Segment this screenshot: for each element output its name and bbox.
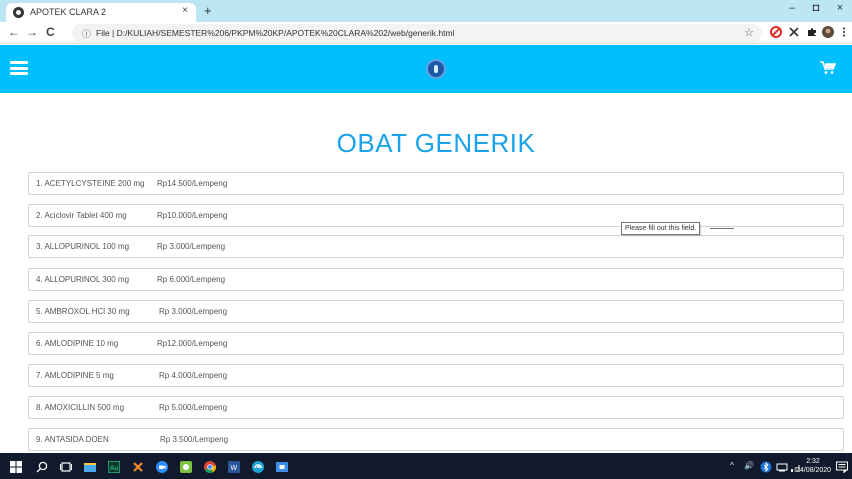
product-name: 4. ALLOPURINOL 300 mg: [36, 275, 130, 284]
new-tab-button[interactable]: +: [204, 3, 212, 18]
x-extension-icon[interactable]: [788, 26, 800, 38]
product-name: 6. AMLODIPINE 10 mg: [36, 339, 119, 348]
profile-avatar-icon[interactable]: [822, 26, 834, 38]
product-field-4[interactable]: 4. ALLOPURINOL 300 mg Rp 6.000/Lempeng: [28, 268, 844, 291]
product-name: 8. AMOXICILLIN 500 mg: [36, 403, 125, 412]
minimize-button[interactable]: –: [782, 2, 802, 14]
close-window-button[interactable]: ×: [830, 2, 850, 14]
windows-start-icon[interactable]: [10, 460, 22, 473]
stop-extension-icon[interactable]: [770, 26, 782, 38]
svg-text:Au: Au: [110, 465, 118, 472]
tab-close-icon[interactable]: ×: [182, 5, 188, 16]
product-name: 5. AMBROXOL HCl 30 mg: [36, 307, 130, 316]
cart-icon[interactable]: [820, 61, 837, 75]
task-view-icon[interactable]: [60, 460, 72, 472]
address-text: File | D:/KULIAH/SEMESTER%206/PKPM%20KP/…: [96, 28, 455, 38]
notepad-plus-icon[interactable]: [180, 460, 192, 473]
product-name: 9. ANTASIDA DOEN: [36, 435, 109, 444]
product-field-7[interactable]: 7. AMLODIPINE 5 mg Rp 4.000/Lempeng: [28, 364, 844, 387]
product-price: Rp10.000/Lempeng: [157, 211, 228, 220]
tooltip-tail: [710, 228, 734, 229]
taskbar-clock[interactable]: 2:32 24/08/2020: [796, 457, 832, 475]
reload-button[interactable]: C: [46, 25, 55, 39]
file-explorer-icon[interactable]: [84, 460, 96, 472]
favicon-icon: [13, 7, 24, 18]
page-title: OBAT GENERIK: [336, 128, 536, 158]
browser-tab[interactable]: APOTEK CLARA 2 ×: [6, 3, 196, 22]
edge-icon[interactable]: [252, 460, 264, 473]
product-field-9[interactable]: 9. ANTASIDA DOEN Rp 3.500/Lempeng: [28, 428, 844, 451]
product-price: Rp 3.000/Lempeng: [159, 307, 228, 316]
zoom-icon[interactable]: [156, 460, 168, 473]
windows-taskbar: Au W ^ 🔊 2:32 24/08/2020: [0, 453, 852, 479]
product-price: Rp 6.000/Lempeng: [157, 275, 226, 284]
site-info-icon[interactable]: ⓘ: [82, 27, 91, 40]
product-price: Rp 3.500/Lempeng: [160, 435, 229, 444]
clock-time: 2:32: [806, 458, 820, 465]
screen: APOTEK CLARA 2 × + – ◘ × ← → C ⓘ File | …: [0, 0, 852, 479]
app-header: [0, 45, 852, 93]
bluetooth-icon[interactable]: [760, 460, 772, 473]
store-app-icon[interactable]: [276, 460, 288, 472]
audition-app-icon[interactable]: Au: [107, 460, 121, 474]
product-price: Rp14.500/Lempeng: [157, 179, 228, 188]
product-price: Rp 5.000/Lempeng: [159, 403, 228, 412]
svg-text:W: W: [231, 465, 238, 472]
network-icon[interactable]: [776, 460, 788, 472]
volume-icon[interactable]: 🔊: [744, 461, 754, 470]
product-field-5[interactable]: 5. AMBROXOL HCl 30 mg Rp 3.000/Lempeng: [28, 300, 844, 323]
bookmark-star-icon[interactable]: ☆: [744, 26, 754, 39]
forward-button[interactable]: →: [26, 25, 38, 39]
product-field-2[interactable]: 2. Aciclovir Tablet 400 mg Rp10.000/Lemp…: [28, 204, 844, 227]
notification-center-icon[interactable]: [836, 460, 848, 474]
product-field-6[interactable]: 6. AMLODIPINE 10 mg Rp12.000/Lempeng: [28, 332, 844, 355]
search-icon[interactable]: [36, 460, 48, 473]
tab-title: APOTEK CLARA 2: [30, 7, 107, 17]
address-bar[interactable]: ⓘ File | D:/KULIAH/SEMESTER%206/PKPM%20K…: [72, 24, 762, 42]
product-price: Rp12.000/Lempeng: [157, 339, 228, 348]
product-price: Rp 4.000/Lempeng: [159, 371, 228, 380]
tray-chevron-icon[interactable]: ^: [730, 461, 734, 470]
restore-button[interactable]: ◘: [806, 2, 826, 14]
back-button[interactable]: ←: [8, 25, 20, 39]
product-name: 1. ACETYLCYSTEINE 200 mg: [36, 179, 145, 188]
product-name: 7. AMLODIPINE 5 mg: [36, 371, 114, 380]
word-icon[interactable]: W: [228, 460, 240, 473]
browser-toolbar: ← → C ⓘ File | D:/KULIAH/SEMESTER%206/PK…: [0, 22, 852, 44]
clock-date: 24/08/2020: [796, 467, 832, 474]
product-price: Rp 3.000/Lempeng: [157, 242, 226, 251]
product-name: 2. Aciclovir Tablet 400 mg: [36, 211, 127, 220]
pharmacy-logo-icon[interactable]: [426, 59, 446, 79]
chrome-icon[interactable]: [204, 460, 216, 474]
puzzle-extension-icon[interactable]: [806, 26, 818, 38]
product-field-3[interactable]: 3. ALLOPURINOL 100 mg Rp 3.000/Lempeng: [28, 235, 844, 258]
xampp-icon[interactable]: [132, 460, 144, 472]
product-name: 3. ALLOPURINOL 100 mg: [36, 242, 130, 251]
browser-tab-strip: APOTEK CLARA 2 × + – ◘ ×: [0, 0, 852, 22]
menu-kebab-icon[interactable]: [838, 26, 850, 38]
product-field-8[interactable]: 8. AMOXICILLIN 500 mg Rp 5.000/Lempeng: [28, 396, 844, 419]
hamburger-menu-icon[interactable]: [10, 61, 28, 75]
product-field-1[interactable]: 1. ACETYLCYSTEINE 200 mg Rp14.500/Lempen…: [28, 172, 844, 195]
validation-tooltip: Please fill out this field.: [621, 222, 701, 235]
